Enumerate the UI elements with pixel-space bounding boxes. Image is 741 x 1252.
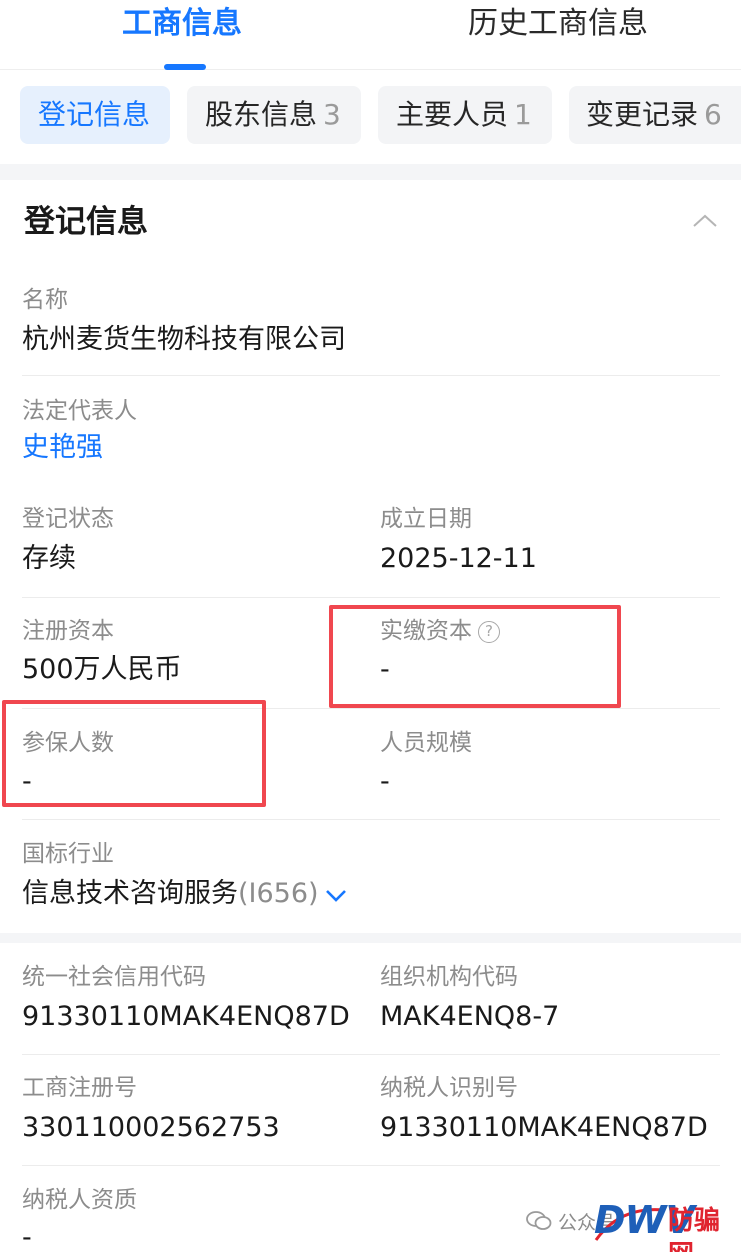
- watermark-site-name: 防骗网: [668, 1206, 721, 1252]
- legal-rep-label: 法定代表人: [22, 398, 137, 424]
- industry-code: (I656): [238, 878, 319, 909]
- staff-size-label: 人员规模: [380, 730, 472, 756]
- subtab-count: 1: [514, 98, 532, 131]
- taxpayer-qual-value: -: [22, 1222, 32, 1252]
- credit-code-value: 91330110MAK4ENQ87D: [22, 1001, 350, 1032]
- org-code-label: 组织机构代码: [380, 964, 518, 990]
- wechat-icon: [526, 1211, 552, 1230]
- section-title: 登记信息: [24, 204, 148, 240]
- subtab-key-personnel[interactable]: 主要人员 1: [378, 86, 552, 144]
- divider: [22, 1165, 720, 1166]
- taxpayer-qual-label: 纳税人资质: [22, 1187, 137, 1213]
- biz-reg-no-value: 330110002562753: [22, 1112, 280, 1143]
- subtab-label: 登记信息: [38, 98, 151, 131]
- highlight-box-insured-count: [2, 700, 266, 807]
- divider: [22, 597, 720, 598]
- reg-capital-value: 500万人民币: [22, 654, 182, 685]
- subtab-label: 主要人员: [396, 98, 509, 131]
- highlight-box-paid-capital: [329, 605, 621, 708]
- divider: [22, 819, 720, 820]
- taxpayer-id-label: 纳税人识别号: [380, 1075, 518, 1101]
- watermark: 公众号 DWV 防骗网: [526, 1196, 741, 1252]
- chevron-up-icon[interactable]: [692, 214, 718, 228]
- reg-status-label: 登记状态: [22, 506, 114, 532]
- name-label: 名称: [22, 287, 68, 313]
- divider: [22, 375, 720, 376]
- company-name: 杭州麦货生物科技有限公司: [22, 324, 346, 355]
- top-tab-bar: 工商信息 历史工商信息: [0, 0, 741, 70]
- org-code-value: MAK4ENQ8-7: [380, 1001, 560, 1032]
- found-date-label: 成立日期: [380, 506, 472, 532]
- tab-business-info[interactable]: 工商信息: [122, 4, 242, 44]
- sub-tab-bar: 登记信息 股东信息 3 主要人员 1 变更记录 6: [0, 86, 741, 146]
- taxpayer-id-value: 91330110MAK4ENQ87D: [380, 1112, 708, 1143]
- legal-rep-link[interactable]: 史艳强: [22, 430, 103, 466]
- subtab-label: 股东信息: [205, 98, 318, 131]
- biz-reg-no-label: 工商注册号: [22, 1075, 137, 1101]
- industry-value[interactable]: 信息技术咨询服务(I656): [22, 876, 347, 912]
- industry-label: 国标行业: [22, 841, 114, 867]
- subtab-count: 6: [704, 98, 722, 131]
- tab-history-business-info[interactable]: 历史工商信息: [468, 4, 648, 44]
- chevron-down-icon[interactable]: [325, 888, 347, 902]
- found-date-value: 2025-12-11: [380, 543, 537, 574]
- section-separator: [0, 164, 741, 180]
- staff-size-value: -: [380, 766, 390, 797]
- subtab-registration-info[interactable]: 登记信息: [20, 86, 170, 144]
- reg-capital-label: 注册资本: [22, 618, 114, 644]
- subtab-count: 3: [323, 98, 341, 131]
- subtab-label: 变更记录: [586, 98, 699, 131]
- industry-name: 信息技术咨询服务: [22, 878, 238, 909]
- divider: [22, 1054, 720, 1055]
- section-separator: [0, 933, 741, 943]
- reg-status-value: 存续: [22, 543, 76, 574]
- subtab-change-records[interactable]: 变更记录 6: [569, 86, 741, 144]
- credit-code-label: 统一社会信用代码: [22, 964, 206, 990]
- active-tab-indicator: [164, 64, 206, 70]
- subtab-shareholders[interactable]: 股东信息 3: [187, 86, 361, 144]
